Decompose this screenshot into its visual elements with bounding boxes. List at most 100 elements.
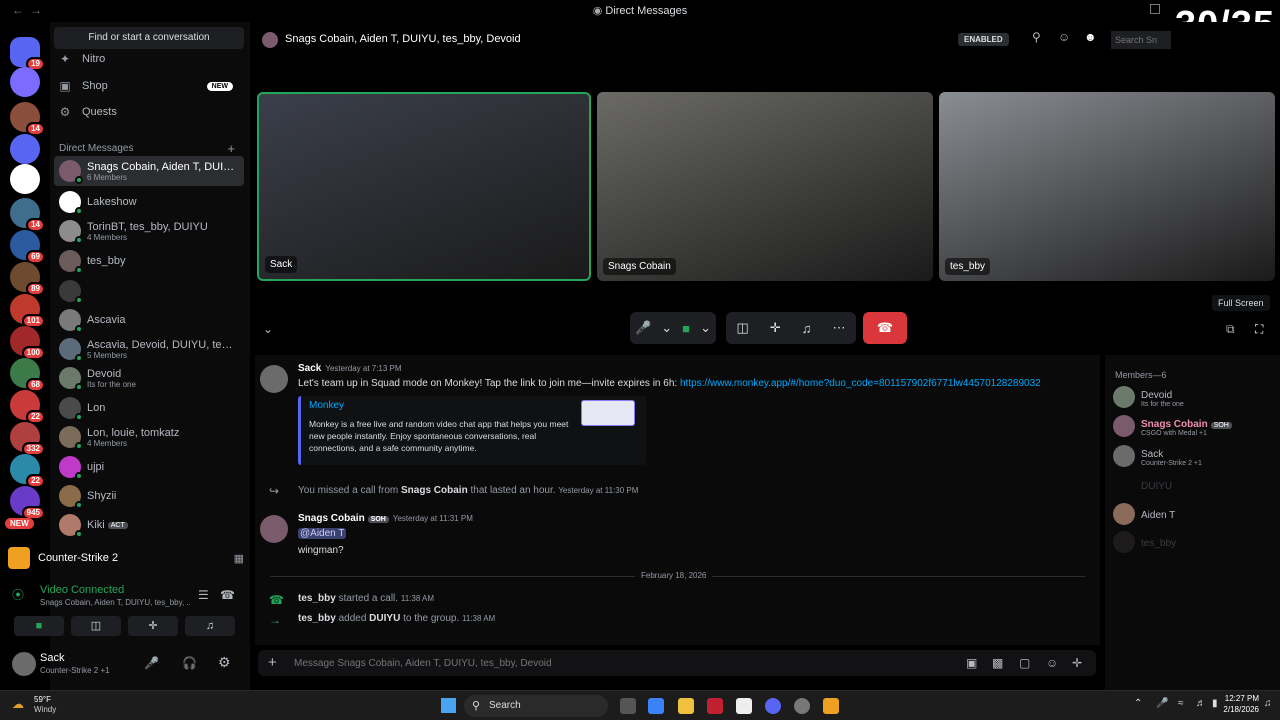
dm-item[interactable]: Kiki ACT	[54, 510, 244, 540]
server-icon[interactable]: 945	[10, 486, 45, 520]
dm-item[interactable]: TorinBT, tes_bby, DUIYU 4 Members	[54, 216, 244, 246]
dm-item[interactable]: Shyzii	[54, 481, 244, 511]
apps-icon[interactable]: ✛	[1072, 656, 1082, 670]
create-dm-plus-icon[interactable]: +	[227, 141, 235, 156]
server-icon[interactable]: 22	[10, 390, 45, 424]
dm-item[interactable]: Ascavia, Devoid, DUIYU, tes_b... 5 Member…	[54, 334, 244, 364]
embed-thumbnail[interactable]	[581, 400, 635, 426]
headphones-icon[interactable]: 🎧	[182, 656, 197, 670]
fullscreen-icon[interactable]: ⛶	[1255, 322, 1263, 337]
message-input[interactable]	[294, 653, 894, 673]
windows-start-icon[interactable]	[441, 698, 456, 713]
weather-temp[interactable]: 59°F	[34, 695, 51, 704]
message-author[interactable]: Sack	[298, 363, 321, 374]
dm-item[interactable]: Ascavia	[54, 305, 244, 335]
emoji-icon[interactable]: ☺	[1046, 656, 1058, 670]
sticker-icon[interactable]: ▢	[1019, 656, 1030, 670]
chevron-up-icon[interactable]: ⌃	[1134, 698, 1142, 709]
member-item[interactable]: tes_bby	[1113, 530, 1278, 554]
gif-icon[interactable]: ▩	[992, 656, 1003, 670]
pin-icon[interactable]: ⚲	[1032, 30, 1041, 44]
settings-gear-icon[interactable]: ⚙	[218, 654, 231, 671]
user-mention[interactable]: @Aiden T	[298, 528, 347, 539]
store-icon[interactable]	[736, 698, 752, 714]
member-item[interactable]: Devoid Its for the one	[1113, 385, 1278, 409]
video-tile-tes-bby[interactable]: tes_bby	[939, 92, 1275, 281]
server-icon[interactable]: 14	[10, 198, 45, 232]
dm-item[interactable]: Lakeshow	[54, 187, 244, 217]
wifi-icon[interactable]: ≈	[1178, 698, 1184, 709]
camera-button[interactable]: ■	[14, 616, 64, 636]
activities-icon[interactable]: ✛	[770, 320, 781, 336]
server-icon[interactable]	[10, 67, 40, 97]
notification-bell-icon[interactable]: ♫	[1264, 698, 1272, 709]
gift-icon[interactable]: ▣	[966, 656, 977, 670]
user-name[interactable]: Sack	[40, 652, 64, 664]
server-icon[interactable]	[10, 134, 40, 164]
server-icon[interactable]: 69	[10, 230, 45, 264]
file-explorer-icon[interactable]	[678, 698, 694, 714]
voice-channel-name[interactable]: Snags Cobain, Aiden T, DUIYU, tes_bby, .…	[40, 598, 190, 607]
server-icon[interactable]: 332	[10, 422, 45, 456]
microphone-icon[interactable]: 🎤	[635, 320, 651, 336]
game-activity[interactable]: Counter-Strike 2 ▦	[8, 544, 244, 572]
game-activity-icon[interactable]: ▦	[234, 552, 244, 565]
weather-desc[interactable]: Windy	[34, 705, 56, 714]
counter-strike-icon[interactable]	[823, 698, 839, 714]
chevron-down-icon[interactable]: ⌄	[700, 320, 711, 336]
search-input[interactable]	[1111, 31, 1171, 49]
avatar[interactable]	[260, 515, 288, 543]
opera-icon[interactable]	[707, 698, 723, 714]
screen-share-button[interactable]: ◫	[71, 616, 121, 636]
server-icon[interactable]: 22	[10, 454, 45, 488]
server-icon[interactable]: 19	[10, 37, 45, 71]
inbox-icon[interactable]	[1150, 4, 1160, 14]
clock-time[interactable]: 12:27 PM	[1219, 694, 1259, 703]
more-icon[interactable]: ⋯	[832, 320, 845, 336]
enabled-badge[interactable]: ENABLED	[958, 33, 1009, 46]
dm-item[interactable]: ujpi	[54, 452, 244, 482]
microphone-icon[interactable]: 🎤	[144, 656, 159, 670]
noise-suppression-icon[interactable]: ☰	[198, 588, 209, 602]
activities-button[interactable]: ✛	[128, 616, 178, 636]
dm-item[interactable]: tes_bby	[54, 246, 244, 276]
chrome-icon[interactable]	[794, 698, 810, 714]
camera-icon[interactable]: ■	[682, 321, 690, 336]
task-view-icon[interactable]	[620, 698, 636, 714]
server-icon[interactable]: 100	[10, 326, 45, 360]
find-conversation-button[interactable]: Find or start a conversation	[54, 27, 244, 49]
disconnect-icon[interactable]: ☎	[220, 588, 235, 602]
invite-link[interactable]: https://www.monkey.app/#/home?duo_code=8…	[680, 378, 1041, 389]
nav-quests[interactable]: ⚙ Quests	[58, 101, 238, 123]
popout-icon[interactable]: ⧉	[1226, 322, 1235, 337]
server-icon[interactable]: 89	[10, 262, 45, 296]
copilot-icon[interactable]	[648, 698, 664, 714]
new-unreads-badge[interactable]: NEW	[5, 518, 34, 529]
missed-caller[interactable]: Snags Cobain	[401, 485, 468, 496]
end-call-button[interactable]: ☎	[863, 312, 907, 344]
member-item[interactable]: Aiden T	[1113, 502, 1278, 526]
member-list-icon[interactable]: ☻	[1084, 30, 1097, 44]
adder-user[interactable]: tes_bby	[298, 613, 336, 624]
taskbar-search[interactable]: ⚲ Search	[464, 695, 608, 717]
page-title[interactable]: Snags Cobain, Aiden T, DUIYU, tes_bby, D…	[285, 33, 521, 45]
server-icon[interactable]: 68	[10, 358, 45, 392]
video-tile-sack[interactable]: Sack	[257, 92, 591, 281]
clock-date[interactable]: 2/18/2026	[1211, 705, 1259, 714]
member-item[interactable]: Sack Counter-Strike 2 +1	[1113, 444, 1278, 468]
nav-shop[interactable]: ▣ Shop NEW	[58, 75, 238, 97]
chevron-down-icon[interactable]: ⌄	[263, 322, 273, 336]
avatar[interactable]	[260, 365, 288, 393]
call-user[interactable]: tes_bby	[298, 593, 336, 604]
dm-item[interactable]: Lon	[54, 393, 244, 423]
screen-share-icon[interactable]: ◫	[737, 320, 749, 336]
dm-item[interactable]: Devoid Its for the one	[54, 363, 244, 393]
microphone-tray-icon[interactable]: 🎤	[1156, 698, 1168, 709]
dm-item[interactable]	[54, 276, 244, 306]
nav-nitro[interactable]: ✦ Nitro	[58, 48, 238, 70]
server-icon[interactable]: 14	[10, 102, 45, 136]
dm-item[interactable]: Snags Cobain, Aiden T, DUIYU, ...6 Membe…	[54, 156, 244, 186]
video-tile-snags-cobain[interactable]: Snags Cobain	[597, 92, 933, 281]
speaker-icon[interactable]: ♬	[1196, 698, 1206, 709]
soundboard-icon[interactable]: ♫	[802, 321, 812, 336]
